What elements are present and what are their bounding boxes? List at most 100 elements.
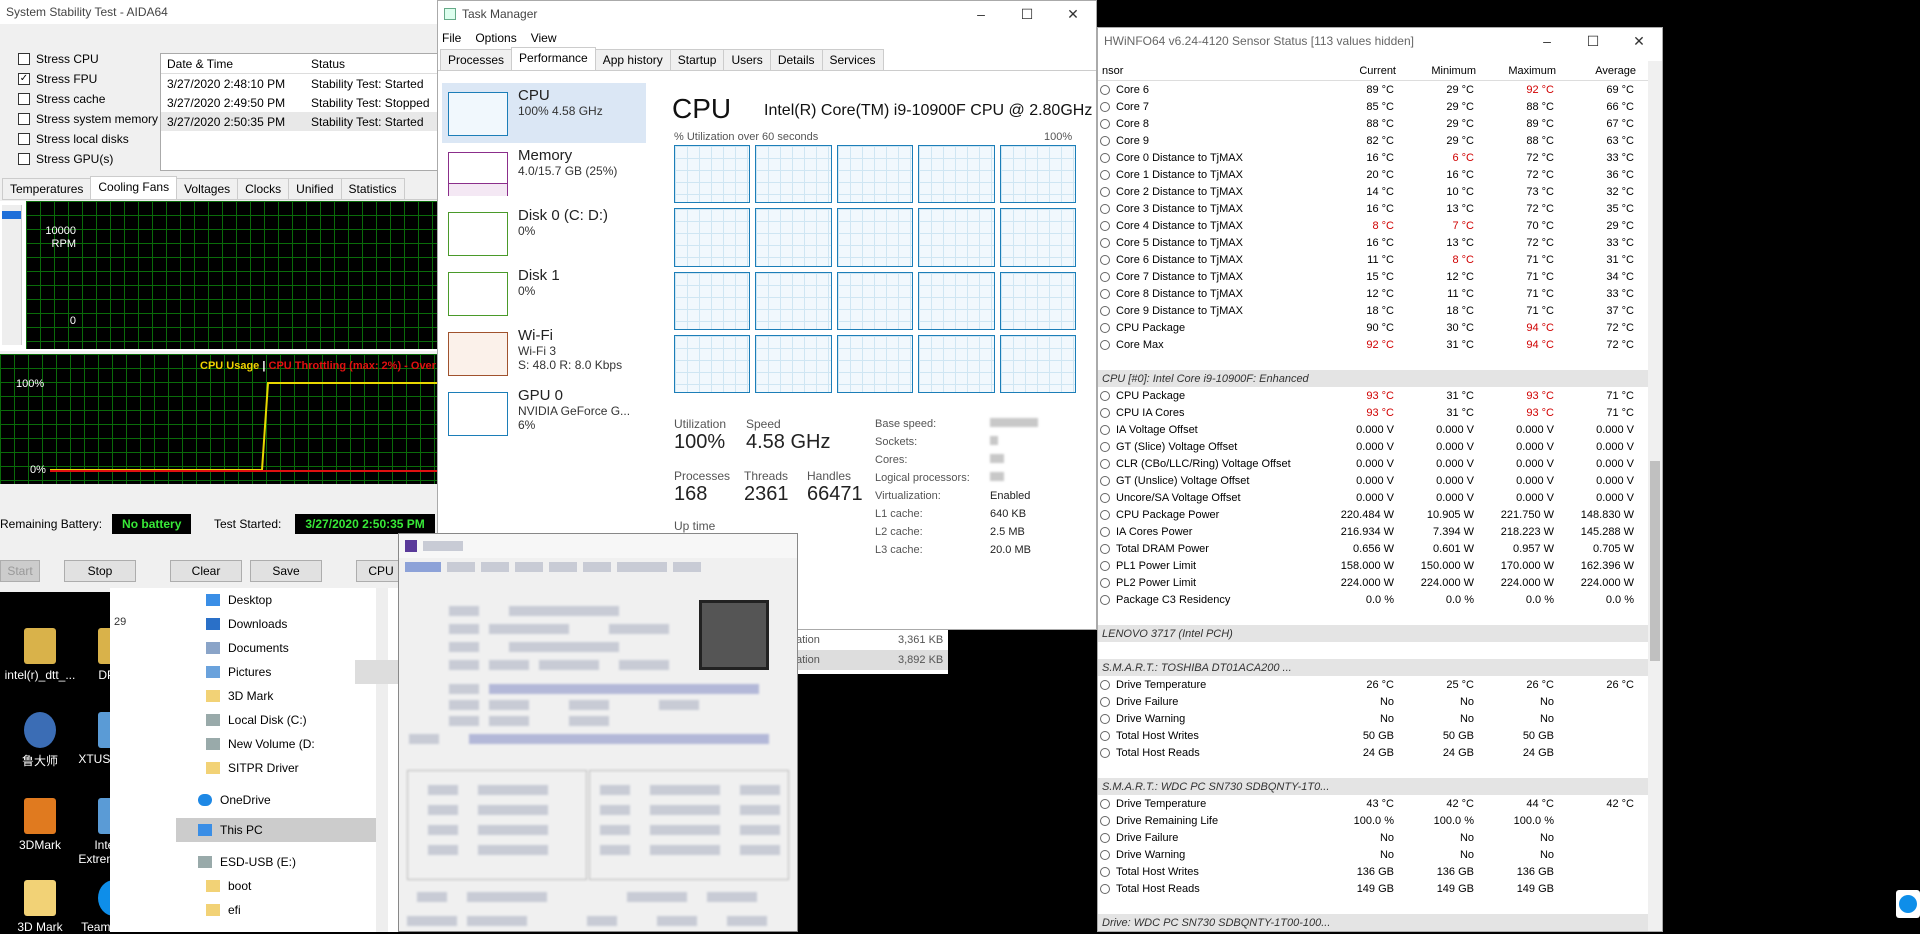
- sensor-group-header[interactable]: LENOVO 3717 (Intel PCH): [1098, 625, 1650, 642]
- col-minimum[interactable]: Minimum: [1402, 65, 1482, 77]
- table-row[interactable]: ation 3,361 KB: [778, 630, 948, 650]
- nav-item-boot[interactable]: boot: [176, 874, 376, 898]
- table-row[interactable]: Drive Failure No No No: [1098, 693, 1650, 710]
- table-row[interactable]: Core 0 Distance to TjMAX 16 °C 6 °C 72 °C 33…: [1098, 149, 1650, 166]
- cpuz-tab[interactable]: [583, 562, 611, 572]
- close-icon[interactable]: ✕: [1616, 28, 1662, 54]
- stress-fpu-checkbox[interactable]: ✓ Stress FPU: [0, 69, 160, 89]
- sensor-group-header[interactable]: S.M.A.R.T.: TOSHIBA DT01ACA200 ...: [1098, 659, 1650, 676]
- table-row[interactable]: Drive Temperature 26 °C 25 °C 26 °C 26 °C: [1098, 676, 1650, 693]
- nav-item-esd-usb[interactable]: ESD-USB (E:): [176, 850, 376, 874]
- col-maximum[interactable]: Maximum: [1482, 65, 1562, 77]
- table-row[interactable]: Total Host Writes 136 GB 136 GB 136 GB: [1098, 863, 1650, 880]
- table-row[interactable]: CPU Package 90 °C 30 °C 94 °C 72 °C: [1098, 319, 1650, 336]
- cpuz-tab[interactable]: [673, 562, 701, 572]
- col-average[interactable]: Average: [1562, 65, 1642, 77]
- table-row[interactable]: Core 6 Distance to TjMAX 11 °C 8 °C 71 °C 31…: [1098, 251, 1650, 268]
- table-row[interactable]: Total Host Writes 50 GB 50 GB 50 GB: [1098, 727, 1650, 744]
- desktop-icon-dtt[interactable]: intel(r)_dtt_...: [0, 628, 80, 682]
- tab-unified[interactable]: Unified: [288, 178, 342, 199]
- nav-item-this-pc[interactable]: This PC: [176, 818, 376, 842]
- sidebar-item-disk1[interactable]: Disk 1 0%: [442, 263, 646, 323]
- clear-button[interactable]: Clear: [170, 560, 242, 582]
- stop-button[interactable]: Stop: [64, 560, 136, 582]
- nav-item-3dmark[interactable]: 3D Mark: [176, 684, 376, 708]
- sensor-group-header[interactable]: S.M.A.R.T.: WDC PC SN730 SDBQNTY-1T0...: [1098, 778, 1650, 795]
- table-row[interactable]: GT (Slice) Voltage Offset 0.000 V 0.000 V 0…: [1098, 438, 1650, 455]
- table-row[interactable]: CPU Package 93 °C 31 °C 93 °C 71 °C: [1098, 387, 1650, 404]
- nav-item-local-disk[interactable]: Local Disk (C:): [176, 708, 376, 732]
- table-row[interactable]: CPU IA Cores 93 °C 31 °C 93 °C 71 °C: [1098, 404, 1650, 421]
- menu-options[interactable]: Options: [475, 31, 516, 45]
- scrollbar-thumb[interactable]: [1650, 461, 1660, 661]
- nav-item-documents[interactable]: Documents: [176, 636, 376, 660]
- table-row[interactable]: 3/27/2020 2:48:10 PM Stability Test: Star…: [161, 74, 439, 93]
- cpuz-tab[interactable]: [515, 562, 543, 572]
- hwinfo-scrollbar[interactable]: [1648, 61, 1662, 931]
- minimize-icon[interactable]: –: [1524, 28, 1570, 54]
- table-row[interactable]: Core 7 Distance to TjMAX 15 °C 12 °C 71 °C 3…: [1098, 268, 1650, 285]
- table-row[interactable]: Core 4 Distance to TjMAX 8 °C 7 °C 70 °C 29 …: [1098, 217, 1650, 234]
- stress-gpu-checkbox[interactable]: Stress GPU(s): [0, 149, 160, 169]
- nav-item-sitpr[interactable]: SITPR Driver: [176, 756, 376, 780]
- close-icon[interactable]: ✕: [1050, 1, 1096, 27]
- table-row[interactable]: Uncore/SA Voltage Offset 0.000 V 0.000 V 0.…: [1098, 489, 1650, 506]
- nav-item-efi[interactable]: efi: [176, 898, 376, 922]
- col-sensor[interactable]: nsor: [1098, 65, 1322, 77]
- table-row[interactable]: Drive Failure No No No: [1098, 829, 1650, 846]
- table-row[interactable]: Drive Temperature 43 °C 42 °C 44 °C 42 °C: [1098, 795, 1650, 812]
- table-row[interactable]: Core 7 85 °C 29 °C 88 °C 66 °C: [1098, 98, 1650, 115]
- teamviewer-tray-icon[interactable]: [1896, 890, 1920, 918]
- sidebar-item-disk0[interactable]: Disk 0 (C: D:) 0%: [442, 203, 646, 263]
- table-row[interactable]: CPU Package Power 220.484 W 10.905 W 221.75…: [1098, 506, 1650, 523]
- stress-cache-checkbox[interactable]: Stress cache: [0, 89, 160, 109]
- table-row[interactable]: PL2 Power Limit 224.000 W 224.000 W 224.000…: [1098, 574, 1650, 591]
- table-row[interactable]: Core 3 Distance to TjMAX 16 °C 13 °C 72 °C 3…: [1098, 200, 1650, 217]
- sidebar-item-memory[interactable]: Memory 4.0/15.7 GB (25%): [442, 143, 646, 203]
- sensor-group-header[interactable]: CPU [#0]: Intel Core i9-10900F: Enhanced: [1098, 370, 1650, 387]
- cpuz-tab[interactable]: [617, 562, 667, 572]
- sidebar-item-gpu0[interactable]: GPU 0 NVIDIA GeForce G... 6%: [442, 383, 646, 443]
- menu-file[interactable]: File: [442, 31, 461, 45]
- sidebar-item-wifi[interactable]: Wi-Fi Wi-Fi 3 S: 48.0 R: 8.0 Kbps: [442, 323, 646, 383]
- stress-cpu-checkbox[interactable]: Stress CPU: [0, 49, 160, 69]
- nav-item-pictures[interactable]: Pictures: [176, 660, 376, 684]
- tab-statistics[interactable]: Statistics: [340, 178, 405, 199]
- table-row[interactable]: Core 6 89 °C 29 °C 92 °C 69 °C: [1098, 81, 1650, 98]
- menu-view[interactable]: View: [531, 31, 557, 45]
- table-row[interactable]: Core 8 Distance to TjMAX 12 °C 11 °C 71 °C 3…: [1098, 285, 1650, 302]
- table-row[interactable]: CLR (CBo/LLC/Ring) Voltage Offset 0.000 V…: [1098, 455, 1650, 472]
- table-row[interactable]: Drive Warning No No No: [1098, 846, 1650, 863]
- tab-services[interactable]: Services: [821, 49, 884, 70]
- table-row[interactable]: Package C3 Residency 0.0 % 0.0 % 0.0 % 0.0 %: [1098, 591, 1650, 608]
- col-current[interactable]: Current: [1322, 65, 1402, 77]
- table-row[interactable]: Total Host Reads 24 GB 24 GB 24 GB: [1098, 744, 1650, 761]
- table-row[interactable]: Drive Warning No No No: [1098, 710, 1650, 727]
- maximize-icon[interactable]: ☐: [1004, 1, 1050, 27]
- table-row[interactable]: Total DRAM Power 0.656 W 0.601 W 0.957 W 0.7…: [1098, 540, 1650, 557]
- tab-performance[interactable]: Performance: [511, 47, 596, 70]
- table-row[interactable]: GT (Unslice) Voltage Offset 0.000 V 0.000 …: [1098, 472, 1650, 489]
- maximize-icon[interactable]: ☐: [1570, 28, 1616, 54]
- nav-item-downloads[interactable]: Downloads: [176, 612, 376, 636]
- tab-clocks[interactable]: Clocks: [237, 178, 290, 199]
- save-button[interactable]: Save: [250, 560, 322, 582]
- tab-startup[interactable]: Startup: [669, 49, 725, 70]
- table-row[interactable]: 3/27/2020 2:50:35 PM Stability Test: Star…: [161, 112, 439, 131]
- table-row[interactable]: Core Max 92 °C 31 °C 94 °C 72 °C: [1098, 336, 1650, 353]
- nav-item-desktop[interactable]: Desktop: [176, 588, 376, 612]
- cpuz-tab[interactable]: [481, 562, 509, 572]
- desktop-icon-ludashi[interactable]: 鲁大师: [0, 712, 80, 769]
- table-row[interactable]: PL1 Power Limit 158.000 W 150.000 W 170.000…: [1098, 557, 1650, 574]
- desktop-icon-3dmark[interactable]: 3DMark: [0, 798, 80, 852]
- cpuz-tab[interactable]: [549, 562, 577, 572]
- sensor-group-header[interactable]: Drive: WDC PC SN730 SDBQNTY-1T00-100...: [1098, 914, 1650, 931]
- tab-details[interactable]: Details: [769, 49, 823, 70]
- table-row[interactable]: Drive Remaining Life 100.0 % 100.0 % 100.0 …: [1098, 812, 1650, 829]
- stress-disks-checkbox[interactable]: Stress local disks: [0, 129, 160, 149]
- cpuz-tab[interactable]: [405, 562, 441, 572]
- table-row[interactable]: Core 1 Distance to TjMAX 20 °C 16 °C 72 °C 3…: [1098, 166, 1650, 183]
- table-row[interactable]: Core 9 Distance to TjMAX 18 °C 18 °C 71 °C 3…: [1098, 302, 1650, 319]
- sidebar-item-cpu[interactable]: CPU 100% 4.58 GHz: [442, 83, 646, 143]
- cpuz-tab[interactable]: [447, 562, 475, 572]
